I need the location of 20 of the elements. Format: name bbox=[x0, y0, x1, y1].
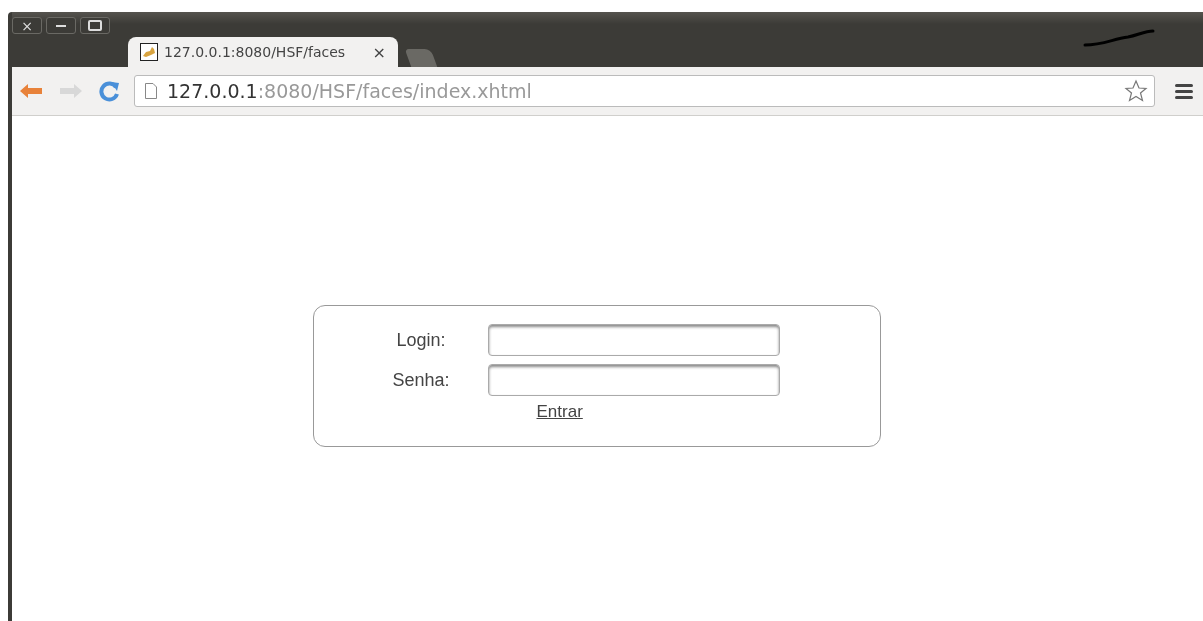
field-label: Senha: bbox=[391, 369, 451, 391]
star-icon[interactable] bbox=[1124, 79, 1148, 103]
input-field[interactable] bbox=[487, 324, 780, 356]
new-tab-button[interactable] bbox=[404, 49, 438, 67]
minimize-button[interactable] bbox=[46, 17, 76, 34]
back-icon[interactable] bbox=[18, 82, 44, 100]
page-icon bbox=[145, 83, 157, 99]
tab-title: 127.0.0.1:8080/HSF/faces bbox=[164, 44, 347, 60]
submit-link[interactable]: Entrar bbox=[536, 402, 583, 422]
address-bar[interactable]: 127.0.0.1:8080/HSF/faces/index.xhtml bbox=[134, 75, 1155, 107]
field-label: Login: bbox=[395, 329, 447, 351]
close-button[interactable]: × bbox=[12, 17, 42, 34]
browser-tab[interactable]: 127.0.0.1:8080/HSF/faces × bbox=[128, 37, 398, 67]
url-text: 127.0.0.1:8080/HSF/faces/index.xhtml bbox=[167, 80, 533, 102]
maximize-button[interactable] bbox=[80, 17, 110, 34]
scribble-mark bbox=[1083, 29, 1155, 49]
tab-close-button[interactable]: × bbox=[372, 42, 386, 62]
reload-icon[interactable] bbox=[98, 80, 120, 102]
menu-icon[interactable] bbox=[1175, 83, 1193, 99]
input-field[interactable] bbox=[487, 364, 780, 396]
